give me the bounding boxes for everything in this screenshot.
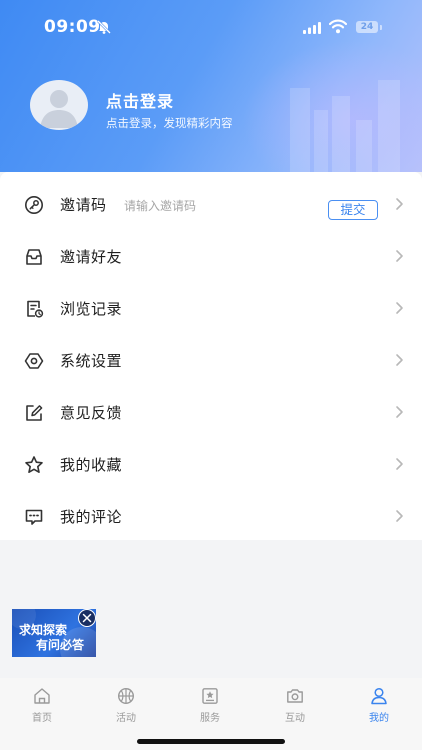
home-indicator	[137, 739, 285, 744]
login-subtitle: 点击登录，发现精彩内容	[106, 116, 233, 130]
edit-icon	[26, 405, 43, 421]
wifi-icon	[329, 19, 347, 34]
avatar[interactable]	[30, 80, 88, 130]
signal-icon	[303, 22, 321, 34]
login-title[interactable]: 点击登录	[106, 88, 174, 112]
basketball-icon	[117, 687, 135, 705]
profile-header: 09:09 24 点击登录 点击登录，发现精彩内容	[0, 0, 422, 172]
menu-item-label: 系统设置	[60, 352, 123, 370]
comment-icon	[25, 509, 43, 525]
settings-icon	[24, 353, 44, 369]
submit-invite-button[interactable]: 提交	[328, 200, 378, 220]
header-decoration	[356, 120, 372, 172]
tab-label: 活动	[116, 713, 136, 724]
menu-item-label: 邀请码	[60, 196, 107, 214]
tab-interaction[interactable]: 互动	[265, 687, 325, 727]
tab-label: 首页	[32, 713, 52, 724]
menu-item-history[interactable]: 浏览记录	[0, 282, 422, 334]
mute-bell-icon	[97, 20, 111, 34]
menu-item-invite-code[interactable]: 邀请码 请输入邀请码 提交	[0, 178, 422, 230]
menu-item-label: 浏览记录	[60, 300, 123, 318]
settings-menu: 邀请码 请输入邀请码 提交 邀请好友 浏览记录 系统设置 意见反馈 我的收藏 我…	[0, 172, 422, 540]
header-decoration	[332, 96, 350, 172]
header-decoration	[290, 88, 310, 172]
tab-mine[interactable]: 我的	[349, 687, 409, 727]
history-icon	[27, 300, 44, 318]
tab-activity[interactable]: 活动	[96, 687, 156, 727]
tab-home[interactable]: 首页	[12, 687, 72, 727]
header-decoration	[314, 110, 328, 172]
menu-item-settings[interactable]: 系统设置	[0, 334, 422, 386]
tab-label: 服务	[200, 713, 220, 724]
battery-tip	[380, 25, 382, 30]
chevron-right-icon	[396, 510, 403, 522]
status-bar: 09:09 24	[0, 0, 422, 56]
star-icon	[25, 456, 43, 473]
status-time: 09:09	[44, 17, 101, 37]
battery-indicator: 24	[356, 21, 378, 33]
home-icon	[34, 688, 50, 704]
camera-icon	[287, 689, 303, 703]
menu-item-invite-friends[interactable]: 邀请好友	[0, 230, 422, 282]
service-icon	[202, 688, 218, 704]
tab-label: 我的	[369, 713, 389, 724]
header-decoration	[378, 80, 400, 172]
chevron-right-icon	[396, 458, 403, 470]
menu-item-favorites[interactable]: 我的收藏	[0, 438, 422, 490]
tab-service[interactable]: 服务	[180, 687, 240, 727]
chevron-right-icon	[396, 302, 403, 314]
menu-item-label: 我的收藏	[60, 456, 123, 474]
ad-line-2: 有问必答	[36, 638, 85, 652]
menu-item-feedback[interactable]: 意见反馈	[0, 386, 422, 438]
key-icon	[25, 196, 43, 214]
inbox-icon	[26, 249, 42, 265]
ad-close-button[interactable]	[78, 609, 96, 627]
chevron-right-icon	[396, 406, 403, 418]
tab-label: 互动	[285, 713, 305, 724]
menu-item-label: 意见反馈	[60, 404, 123, 422]
menu-item-comments[interactable]: 我的评论	[0, 490, 422, 542]
chevron-right-icon	[396, 198, 403, 210]
chevron-right-icon	[396, 250, 403, 262]
menu-item-label: 邀请好友	[60, 248, 123, 266]
menu-item-label: 我的评论	[60, 508, 123, 526]
default-user-icon	[40, 90, 78, 128]
user-icon	[371, 687, 387, 705]
close-icon	[82, 613, 92, 623]
invite-code-input[interactable]: 请输入邀请码	[124, 197, 196, 214]
chevron-right-icon	[396, 354, 403, 366]
